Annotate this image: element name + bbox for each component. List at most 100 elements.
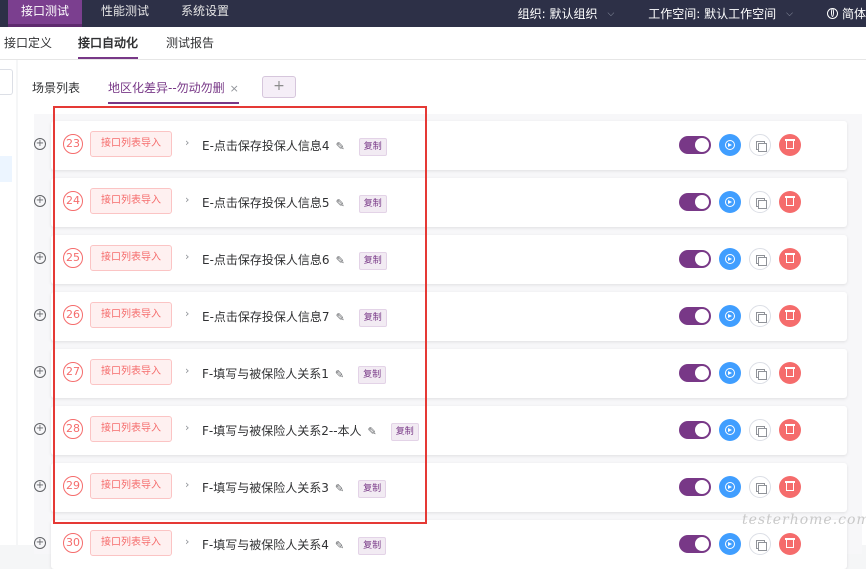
trash-icon — [786, 312, 794, 320]
top-nav-api-test[interactable]: 接口测试 — [8, 0, 83, 27]
delete-button[interactable] — [779, 248, 801, 270]
step-index-badge: 30 — [63, 533, 83, 553]
step-row[interactable]: +25 接口列表导入 › E-点击保存投保人信息6 ✎ 复制 — [34, 235, 847, 284]
tab-scenario-list[interactable]: 场景列表 — [32, 79, 80, 96]
run-button[interactable] — [719, 305, 741, 327]
left-panel-selected-node[interactable] — [0, 156, 12, 182]
edit-pencil-icon[interactable]: ✎ — [336, 311, 345, 324]
edit-pencil-icon[interactable]: ✎ — [335, 539, 344, 552]
chevron-right-icon[interactable]: › — [185, 478, 189, 491]
expand-plus-icon[interactable]: + — [34, 537, 46, 549]
toggle-knob — [695, 195, 709, 209]
edit-pencil-icon[interactable]: ✎ — [368, 425, 377, 438]
chevron-right-icon[interactable]: › — [185, 250, 189, 263]
delete-button[interactable] — [779, 362, 801, 384]
play-icon — [725, 425, 735, 435]
close-icon[interactable]: × — [230, 82, 239, 95]
step-row[interactable]: +28 接口列表导入 › F-填写与被保险人关系2--本人 ✎ 复制 — [34, 406, 847, 455]
run-button[interactable] — [719, 476, 741, 498]
delete-button[interactable] — [779, 476, 801, 498]
expand-plus-icon[interactable]: + — [34, 480, 46, 492]
sub-nav-api-definition[interactable]: 接口定义 — [4, 27, 52, 59]
run-button[interactable] — [719, 533, 741, 555]
play-icon — [725, 140, 735, 150]
delete-button[interactable] — [779, 419, 801, 441]
delete-button[interactable] — [779, 191, 801, 213]
step-row[interactable]: +24 接口列表导入 › E-点击保存投保人信息5 ✎ 复制 — [34, 178, 847, 227]
sub-nav-test-report[interactable]: 测试报告 — [166, 27, 214, 59]
enable-toggle[interactable] — [679, 307, 711, 325]
enable-toggle[interactable] — [679, 193, 711, 211]
trash-icon — [786, 369, 794, 377]
expand-plus-icon[interactable]: + — [34, 423, 46, 435]
duplicate-button[interactable] — [749, 419, 771, 441]
edit-pencil-icon[interactable]: ✎ — [335, 482, 344, 495]
top-nav-system-settings[interactable]: 系统设置 — [168, 0, 242, 27]
duplicate-button[interactable] — [749, 191, 771, 213]
expand-plus-icon[interactable]: + — [34, 195, 46, 207]
top-nav: 接口测试 性能测试 系统设置 — [8, 0, 248, 27]
edit-pencil-icon[interactable]: ✎ — [336, 197, 345, 210]
enable-toggle[interactable] — [679, 478, 711, 496]
expand-plus-icon[interactable]: + — [34, 138, 46, 150]
duplicate-button[interactable] — [749, 533, 771, 555]
step-index-badge: 23 — [63, 134, 83, 154]
duplicate-button[interactable] — [749, 248, 771, 270]
top-nav-performance-test[interactable]: 性能测试 — [88, 0, 162, 27]
step-row[interactable]: +27 接口列表导入 › F-填写与被保险人关系1 ✎ 复制 — [34, 349, 847, 398]
enable-toggle[interactable] — [679, 250, 711, 268]
chevron-right-icon[interactable]: › — [185, 136, 189, 149]
step-row[interactable]: +29 接口列表导入 › F-填写与被保险人关系3 ✎ 复制 — [34, 463, 847, 512]
language-selector[interactable]: 简体 — [826, 5, 866, 22]
step-name-text: E-点击保存投保人信息4 — [202, 139, 330, 153]
enable-toggle[interactable] — [679, 136, 711, 154]
delete-button[interactable] — [779, 305, 801, 327]
run-button[interactable] — [719, 248, 741, 270]
enable-toggle[interactable] — [679, 421, 711, 439]
trash-icon — [786, 540, 794, 548]
left-panel-search-box[interactable] — [0, 69, 13, 95]
chevron-right-icon[interactable]: › — [185, 307, 189, 320]
step-index-badge: 26 — [63, 305, 83, 325]
enable-toggle[interactable] — [679, 535, 711, 553]
step-row[interactable]: +26 接口列表导入 › E-点击保存投保人信息7 ✎ 复制 — [34, 292, 847, 341]
trash-icon — [786, 198, 794, 206]
trash-icon — [786, 483, 794, 491]
step-row[interactable]: +23 接口列表导入 › E-点击保存投保人信息4 ✎ 复制 — [34, 121, 847, 170]
org-selector-label: 组织: 默认组织 — [517, 7, 598, 21]
chevron-right-icon[interactable]: › — [185, 421, 189, 434]
trash-icon — [786, 141, 794, 149]
expand-plus-icon[interactable]: + — [34, 252, 46, 264]
enable-toggle[interactable] — [679, 364, 711, 382]
duplicate-button[interactable] — [749, 134, 771, 156]
workspace-selector[interactable]: 工作空间: 默认工作空间 ⌵ — [648, 5, 793, 22]
org-selector[interactable]: 组织: 默认组织 ⌵ — [518, 5, 615, 22]
tab-active-scenario[interactable]: 地区化差异--勿动勿删 × — [108, 79, 239, 104]
step-name: E-点击保存投保人信息5 ✎ 复制 — [202, 194, 387, 213]
step-name-text: F-填写与被保险人关系2--本人 — [202, 424, 362, 438]
run-button[interactable] — [719, 362, 741, 384]
add-tab-button[interactable]: + — [262, 76, 296, 98]
edit-pencil-icon[interactable]: ✎ — [335, 368, 344, 381]
duplicate-button[interactable] — [749, 305, 771, 327]
expand-plus-icon[interactable]: + — [34, 309, 46, 321]
run-button[interactable] — [719, 134, 741, 156]
run-button[interactable] — [719, 191, 741, 213]
copy-tag: 复制 — [358, 137, 387, 156]
step-name: F-填写与被保险人关系1 ✎ 复制 — [202, 365, 387, 384]
expand-plus-icon[interactable]: + — [34, 366, 46, 378]
edit-pencil-icon[interactable]: ✎ — [336, 254, 345, 267]
delete-button[interactable] — [779, 533, 801, 555]
step-index-badge: 29 — [63, 476, 83, 496]
duplicate-button[interactable] — [749, 362, 771, 384]
chevron-right-icon[interactable]: › — [185, 193, 189, 206]
copy-tag: 复制 — [358, 251, 387, 270]
delete-button[interactable] — [779, 134, 801, 156]
toggle-knob — [695, 366, 709, 380]
run-button[interactable] — [719, 419, 741, 441]
chevron-right-icon[interactable]: › — [185, 364, 189, 377]
edit-pencil-icon[interactable]: ✎ — [336, 140, 345, 153]
sub-nav-api-automation[interactable]: 接口自动化 — [78, 27, 139, 59]
duplicate-button[interactable] — [749, 476, 771, 498]
chevron-right-icon[interactable]: › — [185, 535, 189, 548]
